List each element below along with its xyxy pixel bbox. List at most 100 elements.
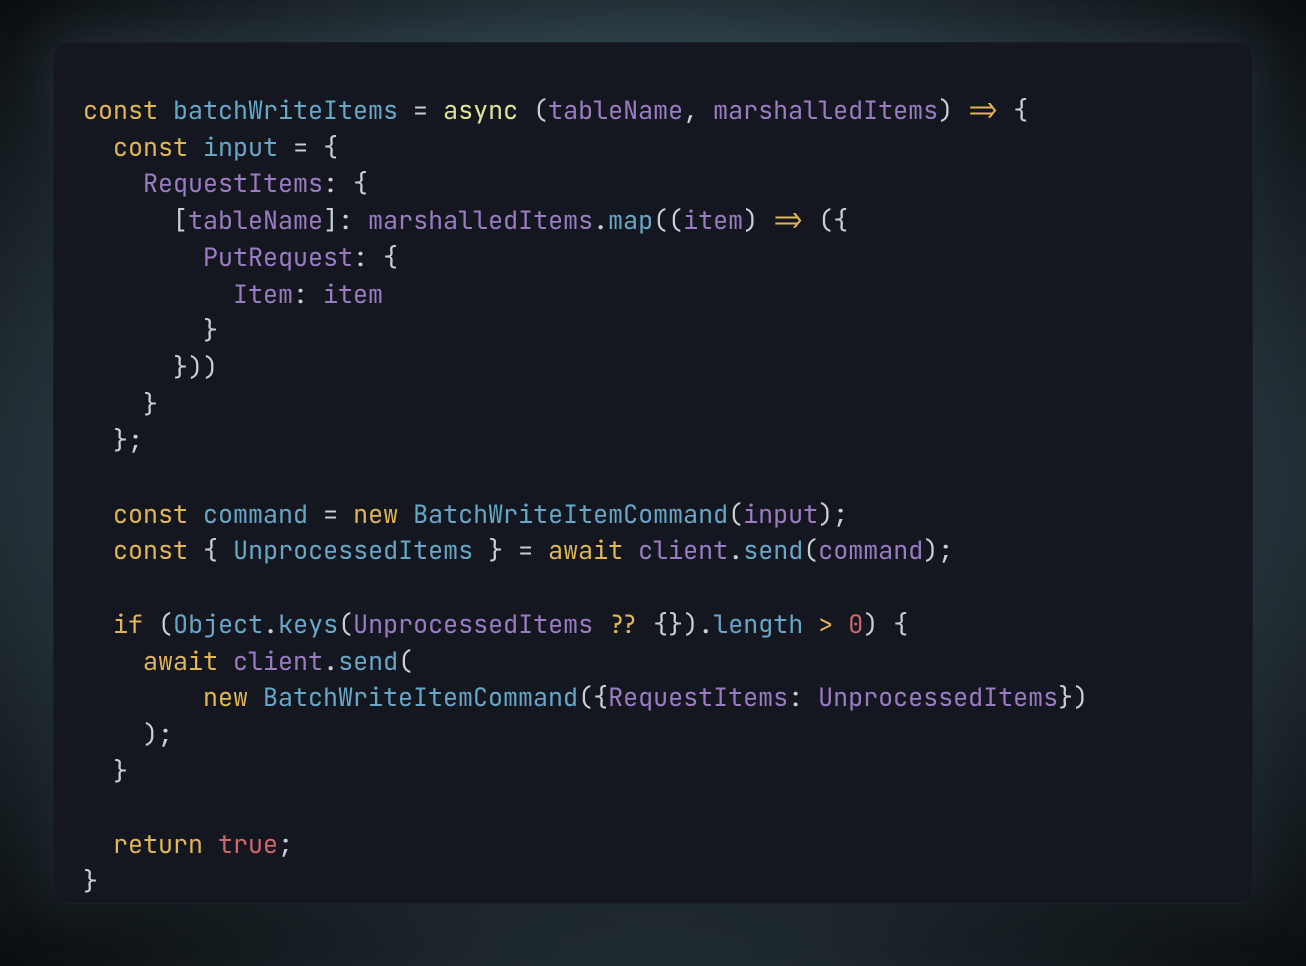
code-card: const batchWriteItems = async (tableName… [53, 42, 1253, 904]
rb: } [113, 754, 128, 788]
rp: ) [938, 93, 953, 127]
lp: ( [668, 203, 683, 237]
lb: { [383, 240, 398, 274]
lb: { [353, 166, 368, 200]
arrow: => [758, 203, 818, 237]
lb: { [593, 680, 608, 714]
semi: ; [128, 423, 143, 457]
prop-RequestItems: RequestItems [143, 166, 323, 200]
dot: . [263, 607, 278, 641]
id-client: client [233, 644, 323, 678]
semi: ; [833, 497, 848, 531]
cls-BatchWriteItemCommand: BatchWriteItemCommand [263, 680, 578, 714]
id-input: input [203, 130, 278, 164]
param-marshalledItems: marshalledItems [713, 93, 938, 127]
colon: : [338, 203, 368, 237]
fn-send: send [743, 533, 803, 567]
id-UnprocessedItems-2: UnprocessedItems [818, 680, 1058, 714]
prop-PutRequest: PutRequest [203, 240, 353, 274]
semi: ; [938, 533, 953, 567]
param-item: item [683, 203, 743, 237]
rb: } [143, 387, 158, 421]
kw-await: await [548, 533, 623, 567]
lp: ( [653, 203, 668, 237]
rb: } [173, 350, 188, 384]
kw-return: return [113, 827, 203, 861]
stage: const batchWriteItems = async (tableName… [0, 0, 1306, 966]
lp: ( [728, 497, 743, 531]
kw-const: const [83, 93, 158, 127]
colon: : [788, 680, 818, 714]
rp: ) [683, 607, 698, 641]
fn-keys: keys [278, 607, 338, 641]
rb: } [1058, 680, 1073, 714]
op-eq: = [503, 533, 548, 567]
dot: . [593, 203, 608, 237]
id-UnprocessedItems: UnprocessedItems [353, 607, 593, 641]
id-tableName: tableName [188, 203, 323, 237]
id-command: command [818, 533, 923, 567]
rp: ) [1073, 680, 1088, 714]
rp: ) [923, 533, 938, 567]
id-input: input [743, 497, 818, 531]
kw-async: async [443, 93, 518, 127]
semi: ; [158, 717, 173, 751]
comma: , [683, 93, 713, 127]
colon: : [323, 166, 353, 200]
lp: ( [533, 93, 548, 127]
lp: ( [818, 203, 833, 237]
rp: ) [143, 717, 158, 751]
sp [518, 93, 533, 127]
rb: } [488, 533, 503, 567]
semi: ; [278, 827, 293, 861]
kw-const: const [113, 533, 188, 567]
rp: ) [863, 607, 878, 641]
rb: } [113, 423, 128, 457]
colon: : [293, 277, 323, 311]
lp: ( [338, 607, 353, 641]
dot: . [698, 607, 713, 641]
op-eq: = [308, 497, 353, 531]
cls-BatchWriteItemCommand: BatchWriteItemCommand [413, 497, 728, 531]
op-eq: = [278, 130, 323, 164]
kw-new: new [353, 497, 398, 531]
id-item: item [323, 277, 383, 311]
lb: { [653, 607, 668, 641]
lb: { [833, 203, 848, 237]
dot: . [728, 533, 743, 567]
rp: ) [818, 497, 833, 531]
colon: : [353, 240, 383, 274]
param-tableName: tableName [548, 93, 683, 127]
arrow: => [953, 93, 1013, 127]
kw-const: const [113, 497, 188, 531]
id-UnprocessedItems: UnprocessedItems [233, 533, 473, 567]
rp: ) [188, 350, 203, 384]
rb: } [668, 607, 683, 641]
cls-Object: Object [173, 607, 263, 641]
rb: } [203, 313, 218, 347]
rp: ) [743, 203, 758, 237]
rb: } [83, 864, 98, 898]
dot: . [323, 644, 338, 678]
id-marshalledItems: marshalledItems [368, 203, 593, 237]
num-zero: 0 [848, 607, 863, 641]
id-command: command [203, 497, 308, 531]
op-qq: ?? [593, 607, 653, 641]
lb: { [893, 607, 908, 641]
rp: ) [203, 350, 218, 384]
lit-true: true [218, 827, 278, 861]
rbr: ] [323, 203, 338, 237]
kw-new: new [203, 680, 248, 714]
kw-await: await [143, 644, 218, 678]
prop-RequestItems-2: RequestItems [608, 680, 788, 714]
fn-send: send [338, 644, 398, 678]
kw-const: const [113, 130, 188, 164]
code-block: const batchWriteItems = async (tableName… [83, 92, 1223, 899]
lp: ( [398, 644, 413, 678]
op-gt: > [803, 607, 848, 641]
lb: { [203, 533, 218, 567]
prop-Item: Item [233, 277, 293, 311]
lp: ( [158, 607, 173, 641]
kw-if: if [113, 607, 143, 641]
op-eq: = [398, 93, 443, 127]
